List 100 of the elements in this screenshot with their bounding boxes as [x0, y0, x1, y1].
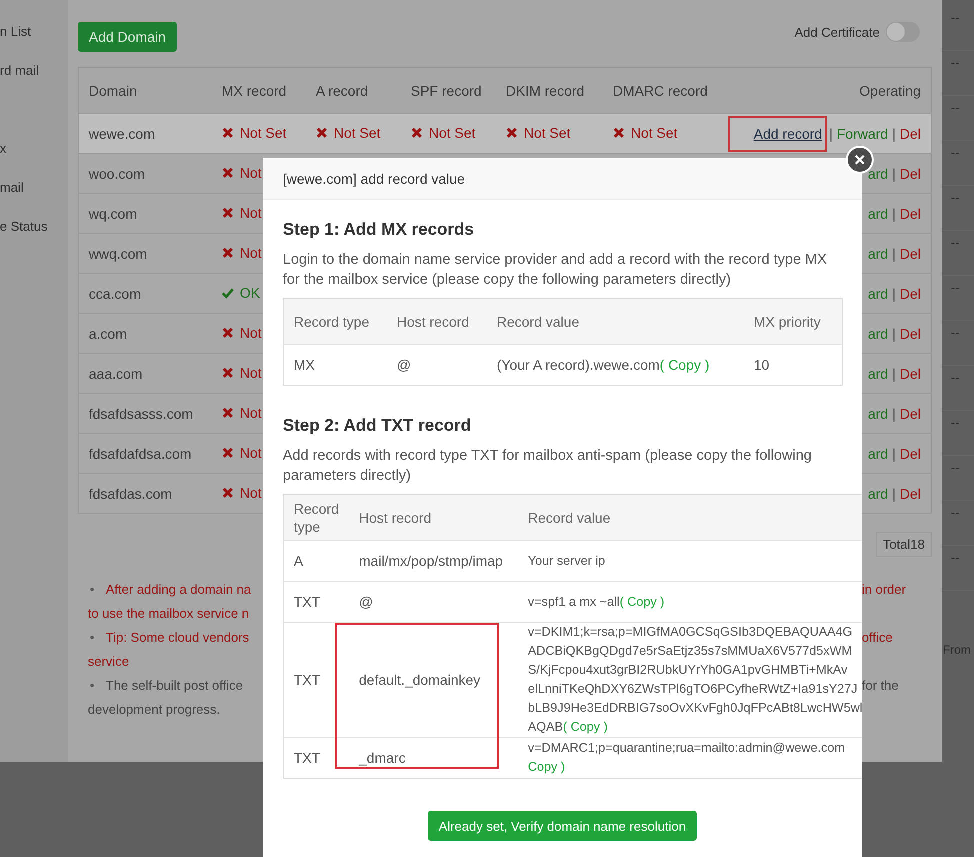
verify-button[interactable]: Already set, Verify domain name resolution — [428, 811, 698, 841]
delete-link[interactable]: Del — [900, 206, 921, 222]
table-cell-text: Your server ip — [528, 554, 606, 568]
separator: | — [892, 366, 896, 382]
cross-icon — [222, 167, 234, 179]
record-status: Not — [222, 245, 262, 261]
forward-link[interactable]: ard — [868, 366, 888, 382]
forward-link[interactable]: ard — [868, 446, 888, 462]
record-status: Not Set — [613, 125, 678, 141]
side-cell: -- — [942, 546, 974, 591]
note-text: for the — [862, 678, 900, 692]
copy-link[interactable]: ( Copy ) — [620, 594, 665, 608]
forward-link[interactable]: ard — [868, 286, 888, 302]
column-header: Record value — [487, 298, 744, 344]
bullet: • — [89, 678, 96, 692]
note-text: in order — [862, 582, 908, 596]
record-status: OK — [222, 285, 260, 301]
table-cell-text: v=spf1 a mx ~all — [528, 594, 620, 608]
domain-name: wq.com — [89, 206, 138, 222]
forward-link[interactable]: ard — [868, 486, 888, 502]
domain-name: cca.com — [89, 286, 142, 302]
domain-name: wewe.com — [89, 126, 156, 142]
nav-item[interactable]: x — [0, 140, 68, 179]
bullet: • — [89, 630, 96, 644]
table-cell-text: v=DMARC1;p=quarantine;rua=mailto:admin@wewe.com — [528, 741, 846, 755]
column-header: Operating — [717, 68, 932, 114]
delete-link[interactable]: Del — [900, 366, 921, 382]
note-text: service — [88, 654, 130, 668]
cross-icon — [506, 127, 518, 139]
forward-link[interactable]: ard — [868, 246, 888, 262]
delete-link[interactable]: Del — [900, 326, 921, 342]
column-header: Record type — [284, 298, 387, 344]
domain-row[interactable]: wewe.com Not Set Not Set Not Set Not Set Not Set Add record | Forward | Del — [78, 114, 932, 154]
column-header: Domain — [78, 68, 212, 114]
table-cell-text: _dmarc — [359, 750, 406, 766]
delete-link[interactable]: Del — [900, 126, 921, 142]
column-header: Record value — [518, 494, 862, 540]
add-domain-button[interactable]: Add Domain — [78, 22, 178, 52]
delete-link[interactable]: Del — [900, 446, 921, 462]
bullet: • — [89, 582, 96, 596]
domain-name: fdsafdsasss.com — [89, 406, 194, 422]
forward-link[interactable]: ard — [868, 166, 888, 182]
add-record-link[interactable]: Add record — [730, 118, 826, 150]
table-cell-text: TXT — [294, 672, 320, 688]
delete-link[interactable]: Del — [900, 286, 921, 302]
table-cell-text: v=DKIM1;k=rsa;p=MIGfMA0GCSqGSIb3DQEBAQUAA4G — [528, 625, 853, 639]
record-status: Not — [222, 325, 262, 341]
nav-item[interactable]: mail — [0, 179, 68, 218]
dialog-title: [wewe.com] add record value — [283, 170, 466, 186]
cross-icon — [222, 207, 234, 219]
separator: | — [892, 486, 896, 502]
domain-name: woo.com — [89, 166, 146, 182]
cross-icon — [613, 127, 625, 139]
delete-link[interactable]: Del — [900, 406, 921, 422]
table-cell-text: default._domainkey — [359, 672, 481, 688]
forward-link[interactable]: ard — [868, 406, 888, 422]
side-cell: -- — [942, 141, 974, 186]
column-header: Record type — [284, 494, 350, 540]
copy-link[interactable]: ( Copy ) — [660, 356, 710, 372]
table-cell-text: elLnniTKeQhDXY6ZWsTPl6gTO6PCyfheRWtZ+Ia91sY27J — [528, 682, 858, 696]
delete-link[interactable]: Del — [900, 166, 921, 182]
column-header: MX priority — [744, 298, 842, 344]
table-cell-text: A — [294, 552, 304, 568]
table-cell-text: TXT — [294, 594, 320, 610]
record-status: Not — [222, 205, 262, 221]
cross-icon — [222, 127, 234, 139]
nav-item[interactable]: rd mail — [0, 62, 68, 101]
table-cell-text: mail/mx/pop/stmp/imap — [359, 552, 504, 568]
record-status: Not — [222, 445, 262, 461]
table-cell-text: bLB9J9He3EdDRBIG7soOvXKvFgh0JqFPcABt8LwcHW5wl — [528, 701, 862, 715]
column-header: A record — [306, 68, 401, 114]
table-cell-text: ADCBiQKBgQDgd7e5rSaEtjz35s7sMMUaX6V577d5xWM — [528, 644, 852, 658]
certificate-toggle[interactable] — [886, 22, 920, 42]
forward-link[interactable]: ard — [868, 206, 888, 222]
separator: | — [892, 406, 896, 422]
side-cell: -- — [942, 6, 974, 51]
side-cell: -- — [942, 456, 974, 501]
delete-link[interactable]: Del — [900, 246, 921, 262]
table-cell-text: (Your A record).wewe.com — [497, 356, 660, 372]
column-header: Host record — [387, 298, 487, 344]
cross-icon — [222, 327, 234, 339]
note-text: office — [862, 630, 894, 644]
nav-item[interactable]: e Status — [0, 218, 68, 257]
note-text: Tip: Some cloud vendors — [106, 630, 250, 644]
total-count: Total18 — [876, 532, 932, 557]
note-text: to use the mailbox service n — [88, 606, 250, 620]
copy-link[interactable]: ( Copy ) — [563, 720, 608, 734]
delete-link[interactable]: Del — [900, 486, 921, 502]
cross-icon — [222, 367, 234, 379]
copy-link[interactable]: Copy ) — [528, 760, 566, 774]
column-header: Host record — [349, 494, 518, 540]
forward-link[interactable]: ard — [868, 326, 888, 342]
step-heading: Step 2: Add TXT record — [283, 416, 472, 436]
separator: | — [892, 286, 896, 302]
cross-icon — [316, 127, 328, 139]
forward-link[interactable]: Forward — [836, 126, 888, 142]
nav-item[interactable]: n List — [0, 23, 68, 62]
separator: | — [829, 126, 833, 142]
record-status: Not — [222, 405, 262, 421]
table-cell-text: @ — [359, 594, 374, 610]
